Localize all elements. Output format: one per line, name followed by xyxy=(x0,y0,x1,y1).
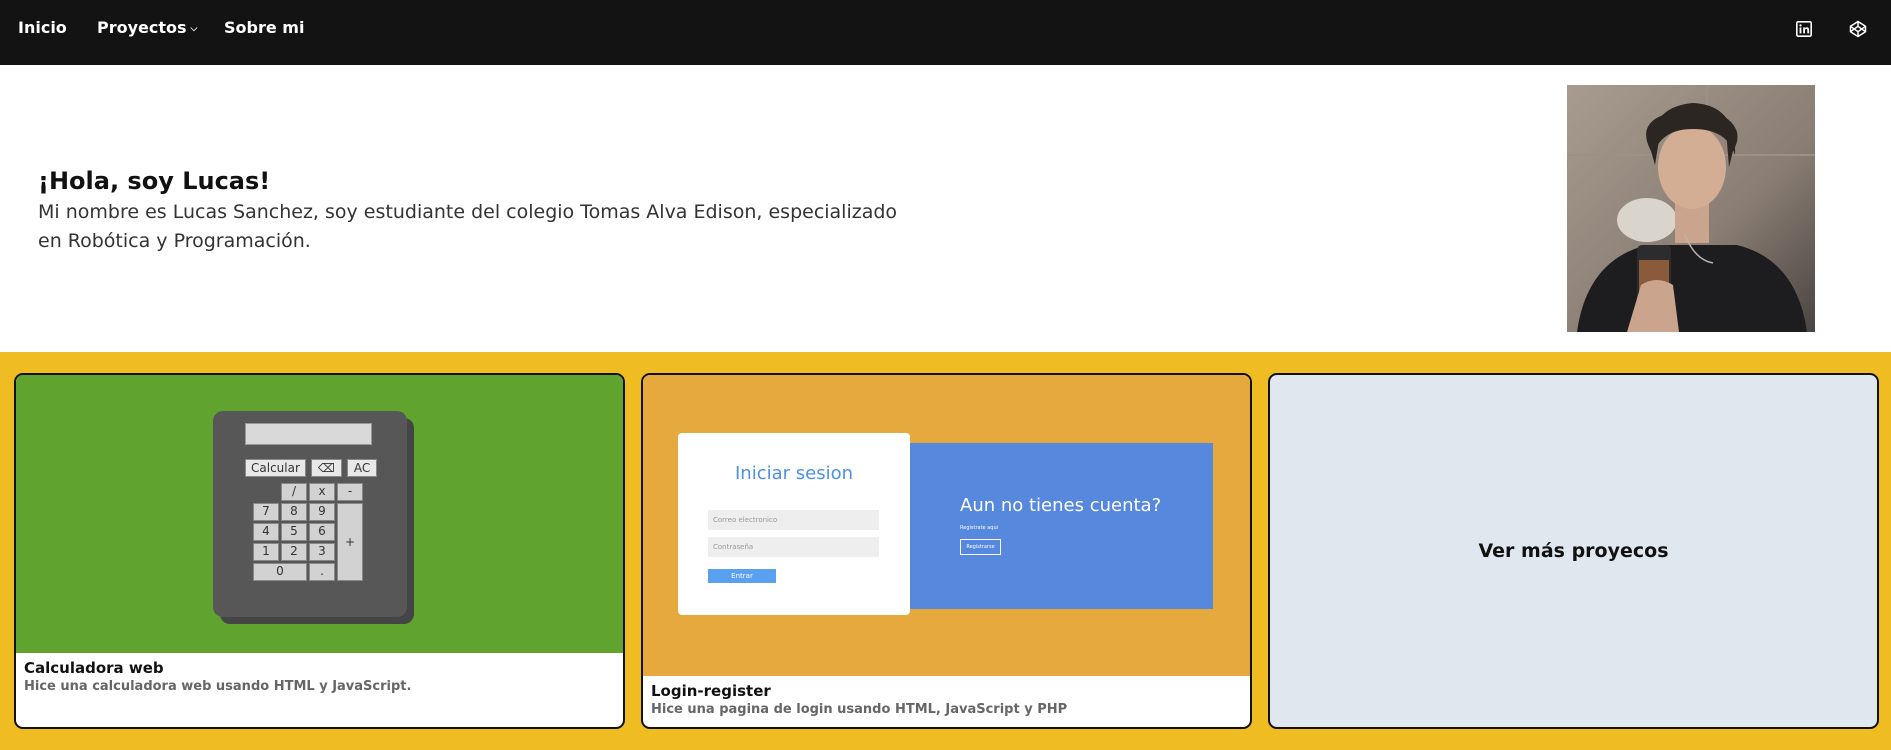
hero-section: ¡Hola, soy Lucas! Mi nombre es Lucas San… xyxy=(0,65,1891,352)
calc-key-divide: / xyxy=(281,483,307,501)
nav-projects-label: Proyectos xyxy=(97,18,187,37)
hero-description: Mi nombre es Lucas Sanchez, soy estudian… xyxy=(38,201,898,252)
login-email-field: Correo electronico xyxy=(708,510,879,530)
top-navbar: Inicio Proyectos ⌵ Sobre mi xyxy=(0,0,1891,65)
calc-key-zero: 0 xyxy=(253,563,307,581)
calc-button-clear: AC xyxy=(346,459,378,477)
calc-key: 8 xyxy=(281,503,307,521)
card-title: Calculadora web xyxy=(24,659,164,677)
register-heading: Aun no tienes cuenta? xyxy=(960,495,1162,516)
calc-key: 7 xyxy=(253,503,279,521)
calc-key: 6 xyxy=(309,523,335,541)
calc-key: 3 xyxy=(309,543,335,561)
calc-key-multiply: x xyxy=(309,483,335,501)
nav-home-link[interactable]: Inicio xyxy=(18,18,67,37)
calc-key: 4 xyxy=(253,523,279,541)
card-title: Login-register xyxy=(651,682,771,700)
login-heading: Iniciar sesion xyxy=(734,463,854,484)
card-caption: Login-register Hice una pagina de login … xyxy=(651,682,1067,717)
calculator-body: Calcular ⌫ AC / x - 7 8 9 4 5 6 1 2 3 0 … xyxy=(213,411,407,617)
calc-button-calculate: Calcular xyxy=(245,459,306,477)
login-password-field: Contraseña xyxy=(708,537,879,557)
calculator-display xyxy=(245,423,372,445)
calc-key: 5 xyxy=(281,523,307,541)
project-card-calculator[interactable]: Calcular ⌫ AC / x - 7 8 9 4 5 6 1 2 3 0 … xyxy=(14,373,625,729)
calculator-thumbnail: Calcular ⌫ AC / x - 7 8 9 4 5 6 1 2 3 0 … xyxy=(16,375,623,653)
calc-key-decimal: . xyxy=(309,563,335,581)
calc-key: 1 xyxy=(253,543,279,561)
login-submit-button: Entrar xyxy=(708,569,776,583)
more-projects-card[interactable]: Ver más proyecos xyxy=(1268,373,1879,729)
calc-button-backspace: ⌫ xyxy=(310,459,342,477)
more-projects-label: Ver más proyecos xyxy=(1478,540,1669,562)
codepen-icon[interactable] xyxy=(1847,18,1869,40)
login-register-panel: Aun no tienes cuenta? Registrate aqui Re… xyxy=(908,443,1213,609)
login-form-box: Iniciar sesion Correo electronico Contra… xyxy=(678,433,910,615)
calc-key-plus: + xyxy=(337,503,363,581)
card-description: Hice una calculadora web usando HTML y J… xyxy=(24,679,412,694)
calc-key: 2 xyxy=(281,543,307,561)
register-button: Registrarse xyxy=(960,539,1001,555)
hero-title: ¡Hola, soy Lucas! xyxy=(38,167,271,195)
card-caption: Calculadora web Hice una calculadora web… xyxy=(24,659,411,694)
project-card-login[interactable]: Aun no tienes cuenta? Registrate aqui Re… xyxy=(641,373,1252,729)
register-text: Registrate aqui xyxy=(960,525,998,531)
chevron-down-icon: ⌵ xyxy=(190,24,198,34)
linkedin-icon[interactable] xyxy=(1793,18,1815,40)
calc-key-minus: - xyxy=(337,483,363,501)
login-thumbnail: Aun no tienes cuenta? Registrate aqui Re… xyxy=(643,375,1250,676)
card-description: Hice una pagina de login usando HTML, Ja… xyxy=(651,702,1068,717)
profile-photo xyxy=(1567,85,1815,332)
nav-about-link[interactable]: Sobre mi xyxy=(224,18,304,37)
nav-projects-dropdown[interactable]: Proyectos ⌵ xyxy=(97,18,197,37)
calc-key: 9 xyxy=(309,503,335,521)
